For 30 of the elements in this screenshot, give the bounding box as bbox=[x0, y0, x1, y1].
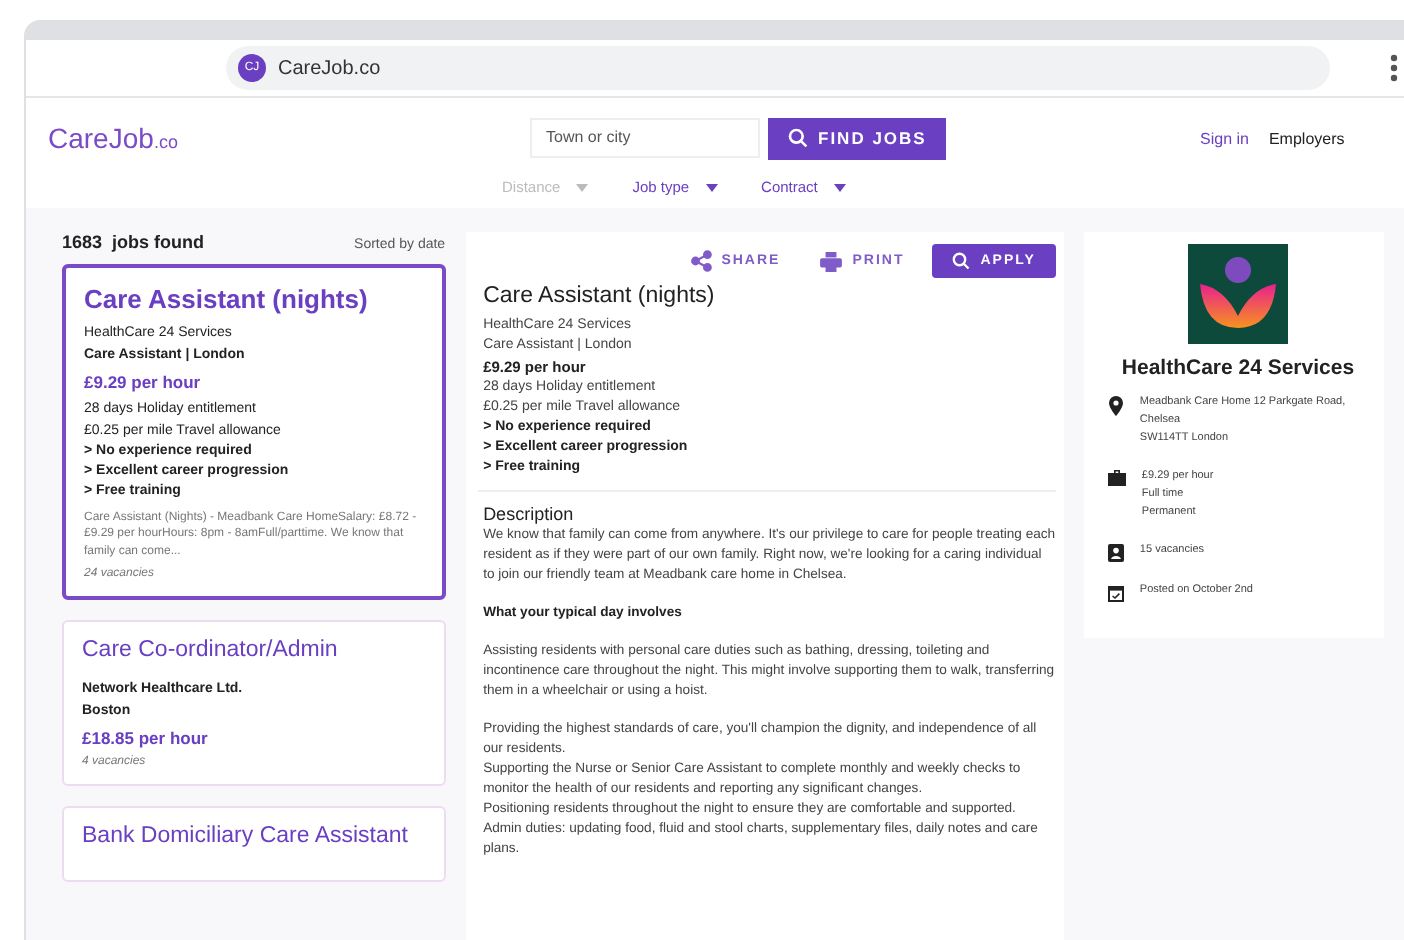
caret-icon bbox=[833, 183, 846, 191]
find-jobs-button[interactable]: FIND JOBS bbox=[768, 117, 947, 159]
location-pin-icon bbox=[1107, 396, 1124, 416]
header-link[interactable]: Employers bbox=[1268, 129, 1345, 147]
url-text: CareJob.co bbox=[278, 57, 381, 79]
description-heading: Description bbox=[483, 504, 576, 524]
printer-icon bbox=[820, 251, 843, 271]
share-icon bbox=[689, 250, 712, 272]
more-menu-icon[interactable] bbox=[1390, 54, 1398, 82]
job-title: Care Co-ordinator/Admin bbox=[82, 638, 340, 666]
job-pay: £18.85 per hour bbox=[82, 727, 210, 748]
search-icon bbox=[952, 252, 971, 270]
caret-icon bbox=[576, 183, 589, 191]
contact-card-icon bbox=[1107, 544, 1124, 562]
site-logo[interactable]: CareJob.co bbox=[48, 122, 530, 154]
job-pay: £9.29 per hour bbox=[84, 371, 203, 392]
job-card[interactable]: Bank Domiciliary Care Assistant bbox=[62, 805, 446, 882]
caret-icon bbox=[705, 183, 718, 191]
search-icon bbox=[788, 128, 808, 148]
job-card[interactable] bbox=[62, 264, 446, 601]
company-name: HealthCare 24 Services bbox=[1119, 356, 1357, 380]
job-title: Bank Domiciliary Care Assistant bbox=[82, 823, 410, 852]
calendar-icon bbox=[1107, 584, 1124, 602]
job-title: Care Assistant (nights) bbox=[84, 284, 370, 316]
job-title: Care Assistant (nights) bbox=[483, 284, 717, 308]
results-count: 1683 jobs found bbox=[62, 232, 205, 252]
location-search-field[interactable]: Town or city bbox=[530, 117, 760, 157]
header-link[interactable]: Sign in bbox=[1200, 129, 1249, 147]
briefcase-icon bbox=[1107, 470, 1126, 486]
company-logo bbox=[1187, 244, 1288, 344]
